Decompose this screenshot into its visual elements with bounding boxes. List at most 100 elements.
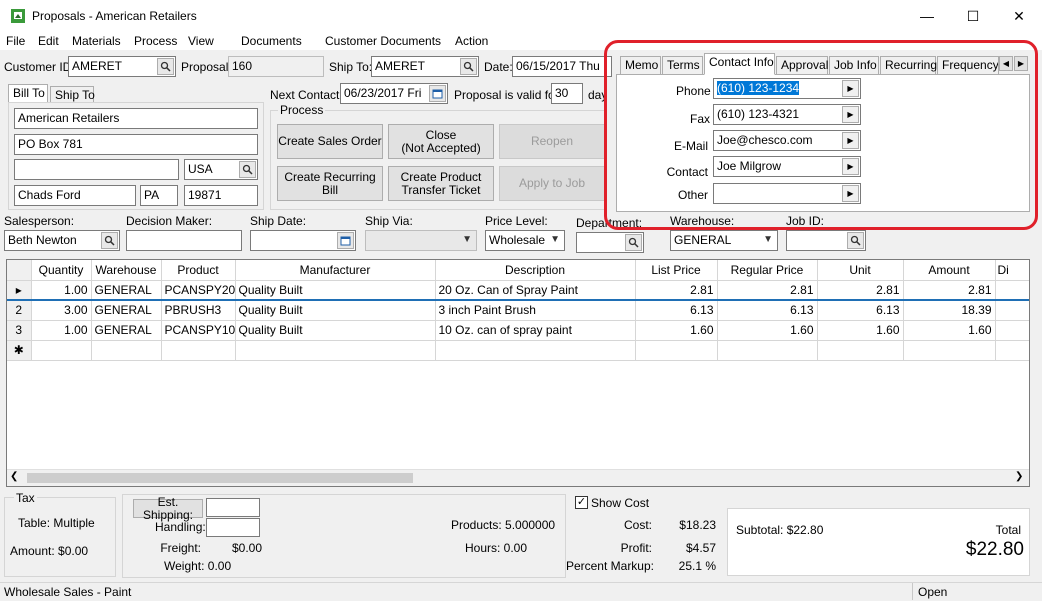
table-cell[interactable]: 10 Oz. can of spray paint bbox=[435, 320, 636, 341]
tab-recurring[interactable]: Recurring bbox=[880, 56, 937, 74]
table-cell[interactable]: 1.60 bbox=[903, 320, 996, 341]
create-sales-order-button[interactable]: Create Sales Order bbox=[277, 124, 383, 159]
table-row[interactable]: ✱ bbox=[7, 340, 1029, 361]
expand-arrow-icon[interactable]: ▶ bbox=[842, 80, 859, 97]
expand-arrow-icon[interactable]: ▶ bbox=[842, 106, 859, 123]
column-header[interactable]: Regular Price bbox=[717, 260, 818, 281]
address-line1[interactable]: American Retailers bbox=[14, 108, 258, 129]
table-cell[interactable]: 2.81 bbox=[717, 280, 818, 301]
table-cell[interactable]: 6.13 bbox=[635, 300, 718, 321]
country-field[interactable]: USA bbox=[184, 159, 258, 180]
scroll-left-icon[interactable]: ❮ bbox=[10, 471, 18, 482]
valid-days-field[interactable]: 30 bbox=[551, 83, 583, 104]
row-header[interactable]: ✱ bbox=[7, 340, 32, 361]
close-button[interactable]: ✕ bbox=[996, 0, 1042, 32]
column-header[interactable]: Product bbox=[161, 260, 236, 281]
create-product-transfer-ticket-button[interactable]: Create Product Transfer Ticket bbox=[388, 166, 494, 201]
expand-arrow-icon[interactable]: ▶ bbox=[842, 185, 859, 202]
next-contact-field[interactable]: 06/23/2017 Fri bbox=[340, 83, 448, 104]
horizontal-scrollbar[interactable]: ❮ ❯ bbox=[7, 469, 1029, 486]
table-cell[interactable]: 1.00 bbox=[31, 280, 92, 301]
table-cell[interactable]: GENERAL bbox=[91, 280, 162, 301]
lookup-icon[interactable] bbox=[847, 232, 864, 249]
table-cell[interactable] bbox=[31, 340, 92, 361]
table-cell[interactable]: 1.60 bbox=[717, 320, 818, 341]
table-cell[interactable] bbox=[817, 340, 904, 361]
table-cell[interactable]: Quality Built bbox=[235, 320, 436, 341]
table-cell[interactable] bbox=[717, 340, 818, 361]
city-field[interactable]: Chads Ford bbox=[14, 185, 136, 206]
department-field[interactable] bbox=[576, 232, 644, 253]
row-selector-arrow-icon[interactable]: ▸ bbox=[7, 280, 32, 301]
contact-field[interactable]: Joe Milgrow ▶ bbox=[713, 156, 861, 177]
price-level-select[interactable]: Wholesale ▼ bbox=[485, 230, 565, 251]
warehouse-select[interactable]: GENERAL ▼ bbox=[670, 230, 778, 251]
column-header[interactable]: Description bbox=[435, 260, 636, 281]
maximize-button[interactable]: ☐ bbox=[950, 0, 996, 32]
tab-scroll-left-icon[interactable]: ◀ bbox=[999, 56, 1013, 71]
table-cell[interactable]: Quality Built bbox=[235, 300, 436, 321]
close-not-accepted-button[interactable]: Close (Not Accepted) bbox=[388, 124, 494, 159]
table-cell[interactable]: PCANSPY10 bbox=[161, 320, 236, 341]
address-line3[interactable] bbox=[14, 159, 179, 180]
est-shipping-field[interactable] bbox=[206, 498, 260, 517]
table-cell[interactable] bbox=[435, 340, 636, 361]
salesperson-field[interactable]: Beth Newton bbox=[4, 230, 120, 251]
lookup-icon[interactable] bbox=[239, 161, 256, 178]
lookup-icon[interactable] bbox=[101, 232, 118, 249]
expand-arrow-icon[interactable]: ▶ bbox=[842, 158, 859, 175]
scrollbar-thumb[interactable] bbox=[27, 473, 413, 483]
menu-materials[interactable]: Materials bbox=[72, 34, 121, 48]
lookup-icon[interactable] bbox=[460, 58, 477, 75]
table-cell[interactable]: 2.81 bbox=[635, 280, 718, 301]
address-line2[interactable]: PO Box 781 bbox=[14, 134, 258, 155]
menu-file[interactable]: File bbox=[6, 34, 25, 48]
column-header[interactable]: List Price bbox=[635, 260, 718, 281]
table-cell[interactable] bbox=[235, 340, 436, 361]
table-cell[interactable]: GENERAL bbox=[91, 300, 162, 321]
table-cell[interactable]: 3 inch Paint Brush bbox=[435, 300, 636, 321]
table-cell[interactable] bbox=[995, 320, 1029, 341]
ship-to-field[interactable]: AMERET bbox=[371, 56, 479, 77]
menu-customer-documents[interactable]: Customer Documents bbox=[325, 34, 441, 48]
table-cell[interactable] bbox=[995, 280, 1029, 301]
minimize-button[interactable]: — bbox=[904, 0, 950, 32]
menu-documents[interactable]: Documents bbox=[241, 34, 302, 48]
phone-field[interactable]: (610) 123-1234 ▶ bbox=[713, 78, 861, 99]
job-id-field[interactable] bbox=[786, 230, 866, 251]
table-cell[interactable]: 2.81 bbox=[817, 280, 904, 301]
column-header[interactable]: Amount bbox=[903, 260, 996, 281]
state-field[interactable]: PA bbox=[140, 185, 178, 206]
tab-terms[interactable]: Terms bbox=[662, 56, 703, 74]
table-row[interactable]: 2 3.00 GENERAL PBRUSH3 Quality Built 3 inch P… bbox=[7, 300, 1029, 321]
table-cell[interactable] bbox=[995, 300, 1029, 321]
table-cell[interactable] bbox=[903, 340, 996, 361]
row-header[interactable]: 3 bbox=[7, 320, 32, 341]
tab-job-info[interactable]: Job Info bbox=[829, 56, 879, 74]
tab-approval[interactable]: Approval bbox=[776, 56, 828, 74]
table-cell[interactable]: 1.60 bbox=[635, 320, 718, 341]
tab-contact-info[interactable]: Contact Info bbox=[704, 53, 775, 75]
tab-memo[interactable]: Memo bbox=[620, 56, 661, 74]
table-cell[interactable] bbox=[995, 340, 1029, 361]
expand-arrow-icon[interactable]: ▶ bbox=[842, 132, 859, 149]
show-cost-checkbox[interactable]: ✓ bbox=[575, 496, 588, 509]
table-cell[interactable]: 6.13 bbox=[717, 300, 818, 321]
menu-edit[interactable]: Edit bbox=[38, 34, 59, 48]
table-cell[interactable] bbox=[91, 340, 162, 361]
tab-scroll-right-icon[interactable]: ▶ bbox=[1014, 56, 1028, 71]
table-cell[interactable]: GENERAL bbox=[91, 320, 162, 341]
table-cell[interactable]: 20 Oz. Can of Spray Paint bbox=[435, 280, 636, 301]
column-header[interactable]: Di bbox=[995, 260, 1029, 281]
table-cell[interactable]: 1.60 bbox=[817, 320, 904, 341]
email-field[interactable]: Joe@chesco.com ▶ bbox=[713, 130, 861, 151]
column-header[interactable]: Manufacturer bbox=[235, 260, 436, 281]
fax-field[interactable]: (610) 123-4321 ▶ bbox=[713, 104, 861, 125]
table-cell[interactable]: PBRUSH3 bbox=[161, 300, 236, 321]
date-field[interactable]: 06/15/2017 Thu bbox=[512, 56, 612, 77]
table-cell[interactable] bbox=[635, 340, 718, 361]
column-header[interactable]: Quantity bbox=[31, 260, 92, 281]
customer-id-field[interactable]: AMERET bbox=[68, 56, 176, 77]
table-cell[interactable] bbox=[161, 340, 236, 361]
menu-view[interactable]: View bbox=[188, 34, 214, 48]
